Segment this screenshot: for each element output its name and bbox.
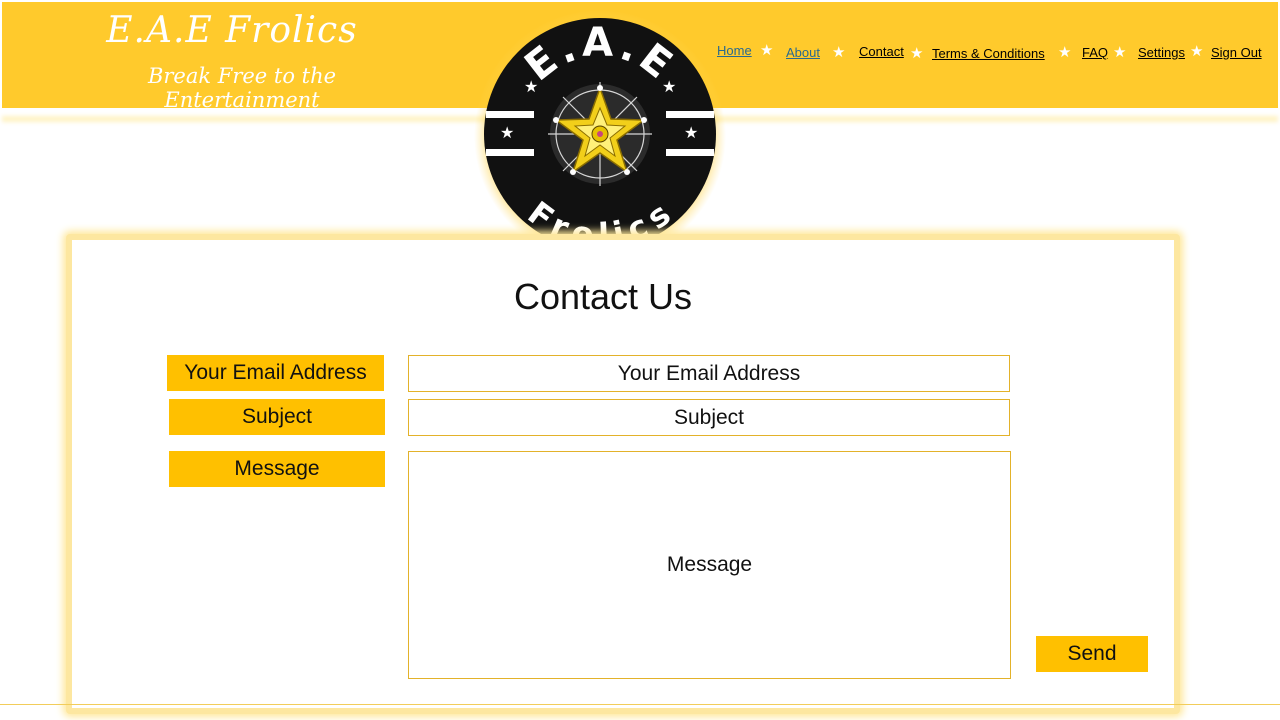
star-icon: ★ xyxy=(662,77,676,96)
star-icon: ★ xyxy=(524,77,538,96)
nav-link-about[interactable]: About xyxy=(786,45,820,60)
nav-link-settings[interactable]: Settings xyxy=(1138,45,1185,60)
nav-link-contact[interactable]: Contact xyxy=(859,44,904,59)
nav-link-faq[interactable]: FAQ xyxy=(1082,45,1108,60)
nav-link-sign-out[interactable]: Sign Out xyxy=(1211,45,1262,60)
email-field[interactable]: Your Email Address xyxy=(408,355,1010,392)
nav-link-terms[interactable]: Terms & Conditions xyxy=(932,46,1045,61)
email-label: Your Email Address xyxy=(167,355,384,391)
message-textarea[interactable]: Message xyxy=(408,451,1011,679)
mandala-emblem xyxy=(548,82,652,186)
subject-label: Subject xyxy=(169,399,385,435)
send-button[interactable]: Send xyxy=(1036,636,1148,672)
star-icon: ★ xyxy=(1113,43,1127,61)
star-icon: ★ xyxy=(684,123,698,142)
logo-stripe xyxy=(486,111,534,118)
star-icon: ★ xyxy=(1058,43,1072,61)
page-title: Contact Us xyxy=(513,276,693,317)
subject-field[interactable]: Subject xyxy=(408,399,1010,436)
logo-stripe xyxy=(666,149,714,156)
star-icon: ★ xyxy=(500,123,514,142)
logo-stripe xyxy=(666,111,714,118)
star-icon: ★ xyxy=(760,41,774,59)
logo-stripe xyxy=(486,149,534,156)
site-logo[interactable]: ★ ★ ★ ★ E.A.E Frolics xyxy=(474,10,726,262)
star-icon: ★ xyxy=(1190,42,1204,60)
message-label: Message xyxy=(169,451,385,487)
star-icon: ★ xyxy=(910,44,924,62)
star-icon: ★ xyxy=(832,43,846,61)
site-tagline: Break Free to the Entertainment xyxy=(147,64,337,112)
footer-divider xyxy=(0,704,1280,705)
